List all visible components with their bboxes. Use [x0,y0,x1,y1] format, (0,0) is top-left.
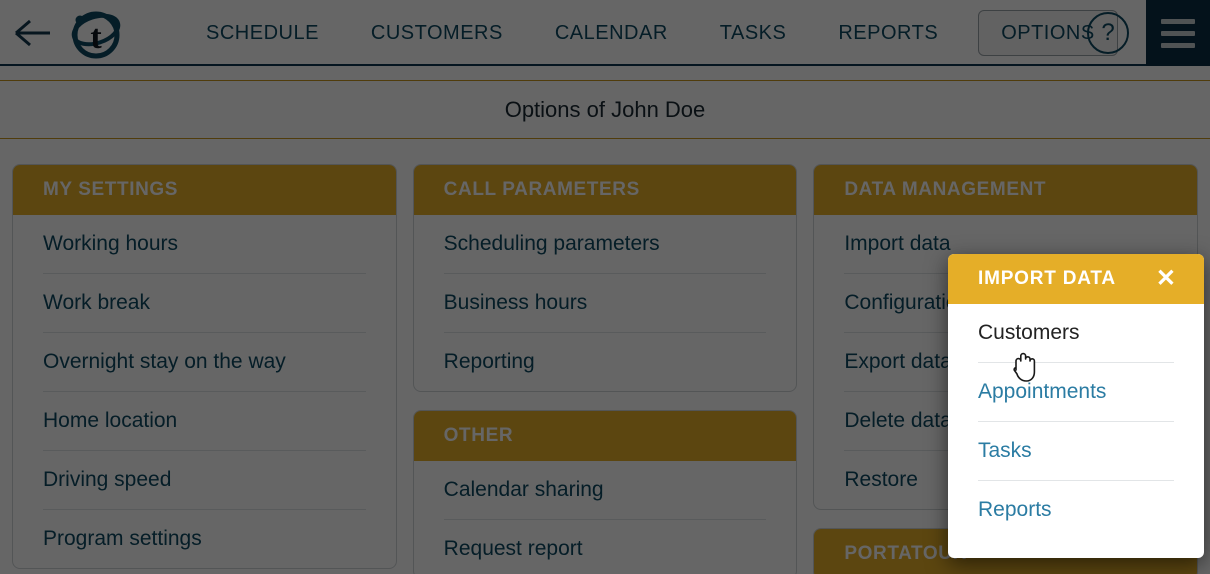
back-arrow-icon[interactable] [14,16,52,50]
option-work-break[interactable]: Work break [43,274,366,333]
card-call-parameters: CALL PARAMETERS Scheduling parameters Bu… [412,164,798,392]
popup-title: IMPORT DATA [978,268,1116,289]
top-navigation-bar: t SCHEDULE CUSTOMERS CALENDAR TASKS REPO… [0,0,1210,66]
column-left: MY SETTINGS Working hours Work break Ove… [12,164,397,574]
card-other: OTHER Calendar sharing Request report [412,410,798,574]
option-scheduling-parameters[interactable]: Scheduling parameters [443,215,767,274]
hamburger-bar-1 [1161,19,1195,24]
column-middle: CALL PARAMETERS Scheduling parameters Bu… [412,164,798,574]
card-my-settings: MY SETTINGS Working hours Work break Ove… [12,164,397,569]
nav-link-calendar[interactable]: CALENDAR [529,0,694,66]
nav-link-schedule[interactable]: SCHEDULE [180,0,345,66]
popup-header: IMPORT DATA ✕ [948,254,1204,304]
page-title-band: Options of John Doe [0,80,1210,139]
app-root: t SCHEDULE CUSTOMERS CALENDAR TASKS REPO… [0,0,1210,574]
option-business-hours[interactable]: Business hours [443,274,767,333]
nav-link-reports[interactable]: REPORTS [812,0,964,66]
hamburger-menu-icon[interactable] [1146,0,1210,66]
option-driving-speed[interactable]: Driving speed [43,451,366,510]
option-calendar-sharing[interactable]: Calendar sharing [443,461,767,520]
nav-link-customers[interactable]: CUSTOMERS [345,0,529,66]
nav-links: SCHEDULE CUSTOMERS CALENDAR TASKS REPORT… [180,0,1118,66]
card-header-other: OTHER [413,411,797,461]
card-header-call-parameters: CALL PARAMETERS [413,165,797,215]
svg-text:t: t [90,19,102,56]
nav-link-tasks[interactable]: TASKS [694,0,813,66]
card-body-call-parameters: Scheduling parameters Business hours Rep… [414,215,797,391]
popup-item-reports[interactable]: Reports [978,481,1174,539]
popup-item-tasks[interactable]: Tasks [978,422,1174,481]
hamburger-bar-3 [1161,43,1195,48]
close-icon[interactable]: ✕ [1156,267,1176,291]
portatour-t-logo[interactable]: t [70,8,122,60]
card-header-data-management: DATA MANAGEMENT [814,165,1198,215]
option-reporting[interactable]: Reporting [444,333,767,391]
card-body-other: Calendar sharing Request report [414,461,797,574]
option-request-report[interactable]: Request report [444,520,767,574]
popup-body: Customers Appointments Tasks Reports [948,304,1204,539]
option-home-location[interactable]: Home location [43,392,366,451]
page-title: Options of John Doe [504,96,706,122]
option-program-settings[interactable]: Program settings [43,510,366,568]
option-working-hours[interactable]: Working hours [43,215,366,274]
help-icon[interactable]: ? [1087,12,1129,54]
option-overnight-stay[interactable]: Overnight stay on the way [43,333,366,392]
import-data-popup: IMPORT DATA ✕ Customers Appointments Tas… [948,254,1204,558]
hamburger-bar-2 [1161,31,1195,36]
card-body-my-settings: Working hours Work break Overnight stay … [13,215,396,568]
popup-item-customers[interactable]: Customers [978,304,1174,363]
popup-item-appointments[interactable]: Appointments [978,363,1174,422]
card-header-my-settings: MY SETTINGS [13,165,396,215]
